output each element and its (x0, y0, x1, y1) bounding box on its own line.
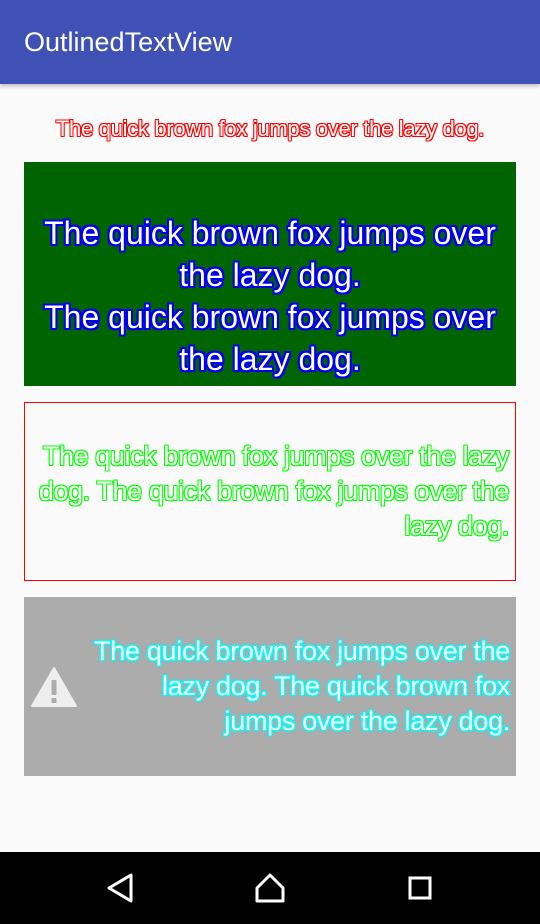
content-area: The quick brown fox jumps over the lazy … (0, 84, 540, 852)
recents-button[interactable] (402, 870, 438, 906)
sample-red-outline: The quick brown fox jumps over the lazy … (24, 112, 516, 146)
cyan-glow-text: The quick brown fox jumps over the lazy … (94, 636, 510, 736)
system-navigation-bar (0, 852, 540, 924)
sample-green-box: The quick brown fox jumps over the lazy … (24, 162, 516, 386)
green-outlined-text: The quick brown fox jumps over the lazy … (38, 441, 510, 541)
home-button[interactable] (252, 870, 288, 906)
warning-icon (31, 666, 77, 707)
home-icon (255, 873, 285, 903)
recents-icon (408, 876, 432, 900)
blue-outlined-text: The quick brown fox jumps over the lazy … (44, 212, 496, 380)
back-button[interactable] (102, 870, 138, 906)
app-title: OutlinedTextView (24, 27, 233, 57)
sample-bordered-box: The quick brown fox jumps over the lazy … (24, 402, 516, 581)
blue-outlined-text-line: The quick brown fox jumps over the lazy … (44, 215, 496, 377)
app-bar: OutlinedTextView (0, 0, 540, 84)
sample-gray-box: The quick brown fox jumps over the lazy … (24, 597, 516, 776)
back-icon (107, 873, 133, 903)
red-outlined-text: The quick brown fox jumps over the lazy … (55, 116, 485, 141)
